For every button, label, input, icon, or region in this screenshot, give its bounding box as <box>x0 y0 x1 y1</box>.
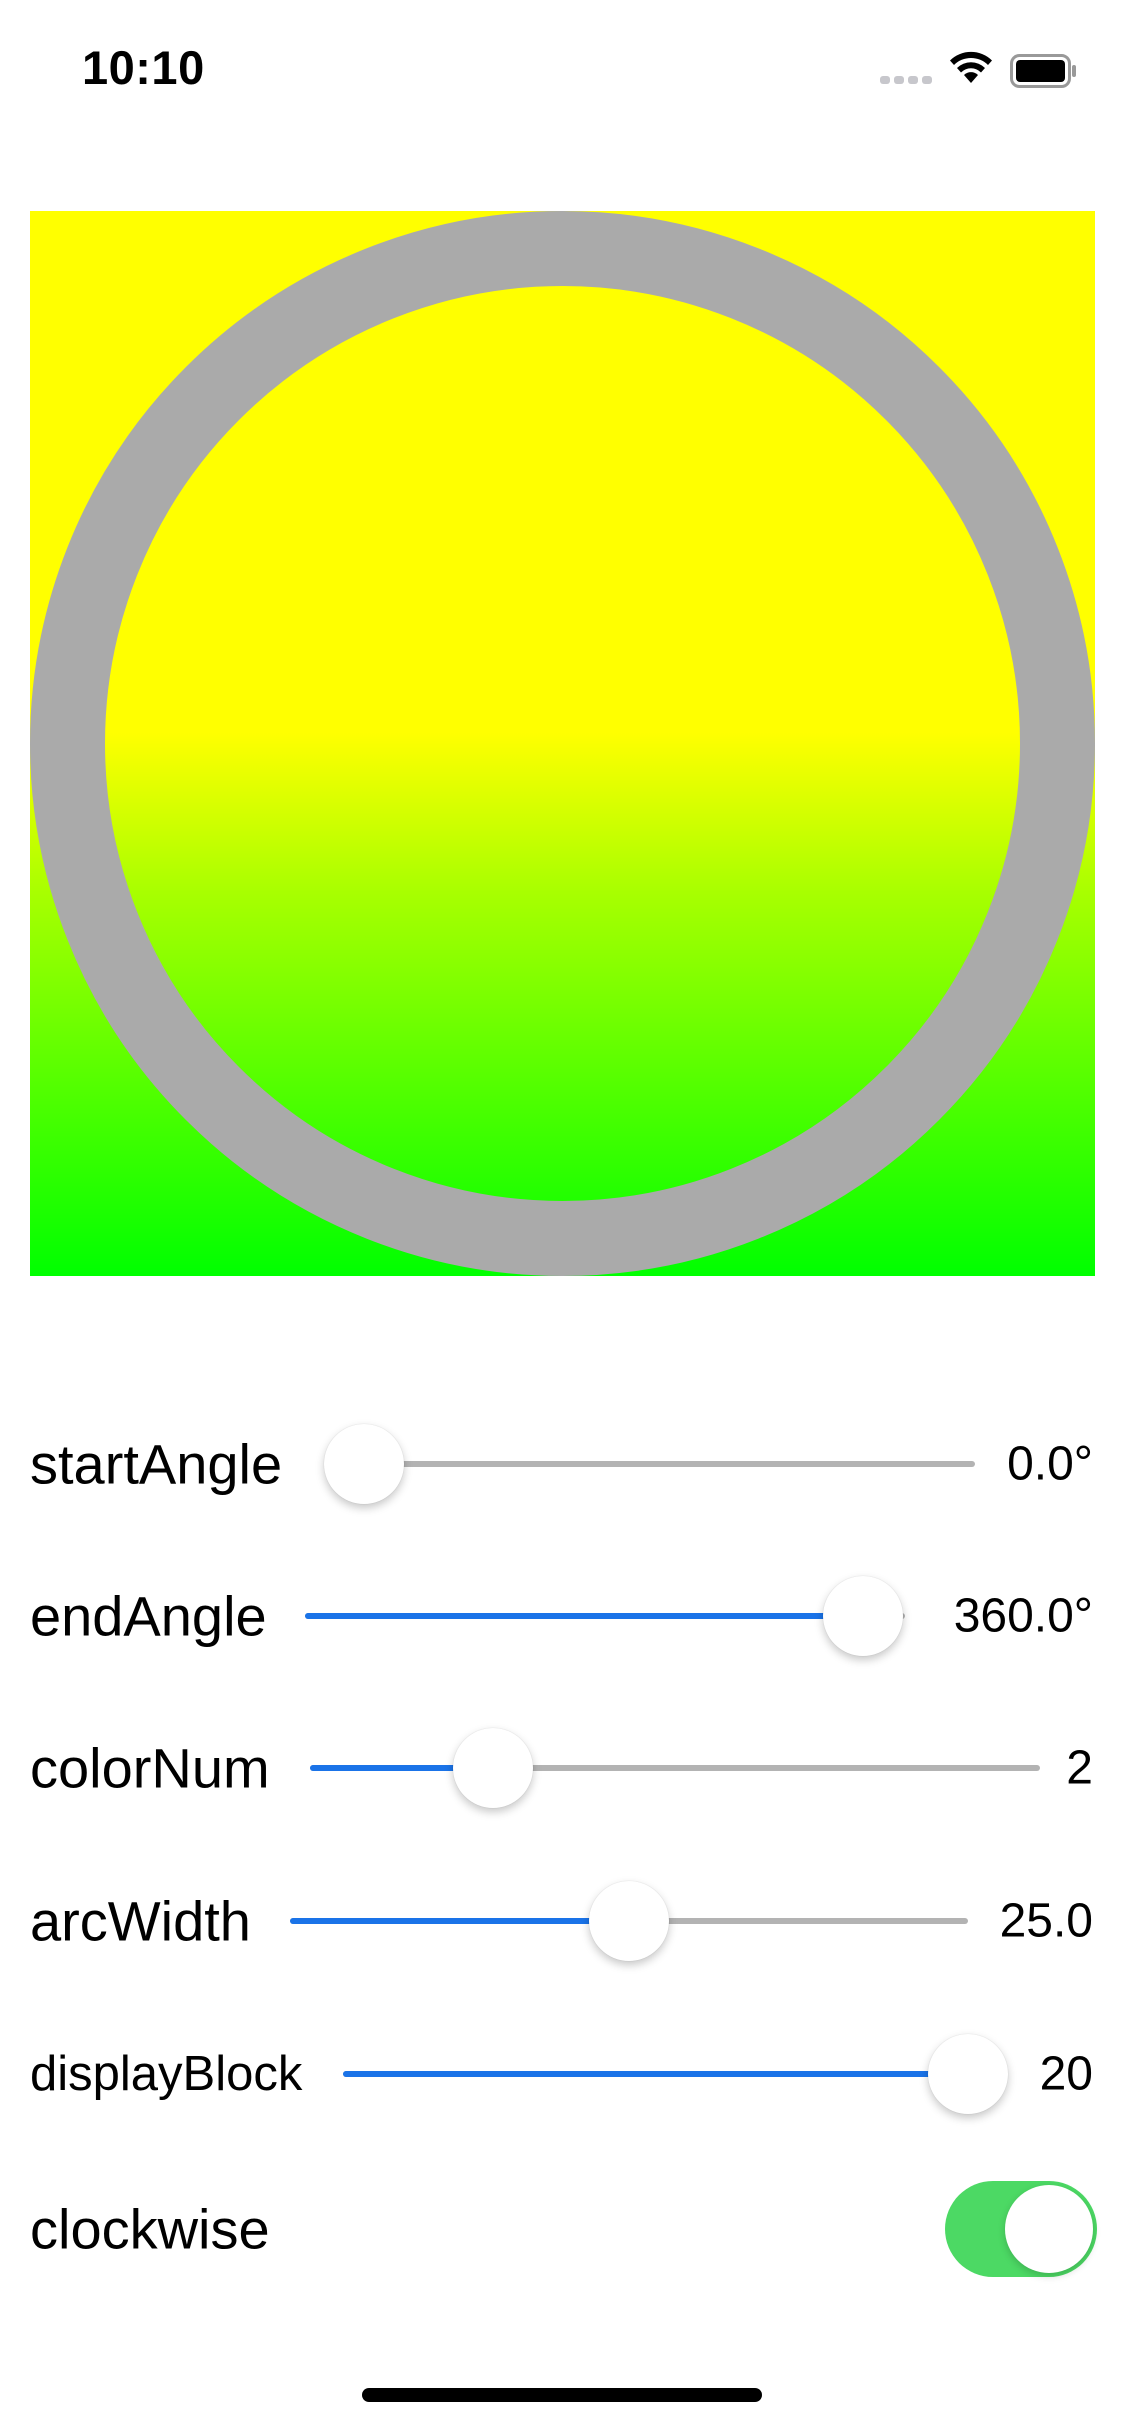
end-angle-value: 360.0° <box>953 1589 1093 1643</box>
slider-thumb[interactable] <box>452 1728 533 1808</box>
slider-fill <box>305 1613 863 1619</box>
end-angle-label: endAngle <box>30 1584 267 1648</box>
slider-fill <box>343 2071 968 2077</box>
start-angle-label: startAngle <box>30 1432 283 1496</box>
battery-icon <box>1010 54 1076 88</box>
status-time: 10:10 <box>82 41 205 94</box>
color-num-label: colorNum <box>30 1736 270 1800</box>
wifi-icon <box>950 51 992 83</box>
display-block-row: displayBlock 20 <box>0 2024 1125 2124</box>
clockwise-row: clockwise <box>0 2179 1125 2279</box>
start-angle-slider[interactable] <box>324 1424 975 1504</box>
start-angle-value: 0.0° <box>1007 1437 1093 1491</box>
start-angle-row: startAngle 0.0° <box>0 1414 1125 1514</box>
gradient-ring-canvas <box>30 211 1095 1276</box>
home-indicator <box>362 2388 762 2402</box>
clockwise-label: clockwise <box>30 2197 270 2261</box>
color-num-slider[interactable] <box>310 1728 1040 1808</box>
arc-width-value: 25.0 <box>999 1894 1093 1948</box>
arc-width-slider[interactable] <box>290 1881 968 1961</box>
cellular-signal-icon <box>880 76 932 84</box>
arc-width-label: arcWidth <box>30 1889 251 1953</box>
progress-ring <box>30 211 1095 1276</box>
toggle-knob[interactable] <box>1005 2185 1093 2273</box>
slider-thumb[interactable] <box>324 1424 404 1504</box>
display-block-value: 20 <box>1039 2047 1093 2101</box>
slider-thumb[interactable] <box>589 1881 669 1961</box>
ring-svg <box>30 211 1095 1276</box>
end-angle-slider[interactable] <box>305 1576 905 1656</box>
slider-fill <box>290 1918 629 1924</box>
display-block-label: displayBlock <box>30 2047 303 2101</box>
status-bar: 10:10 <box>0 0 1125 132</box>
color-num-row: colorNum 2 <box>0 1718 1125 1818</box>
slider-thumb[interactable] <box>823 1576 903 1656</box>
clockwise-toggle[interactable] <box>945 2181 1097 2277</box>
display-block-slider[interactable] <box>343 2034 1008 2114</box>
slider-thumb[interactable] <box>928 2034 1008 2114</box>
color-num-value: 2 <box>1066 1741 1093 1795</box>
end-angle-row: endAngle 360.0° <box>0 1566 1125 1666</box>
arc-width-row: arcWidth 25.0 <box>0 1871 1125 1971</box>
